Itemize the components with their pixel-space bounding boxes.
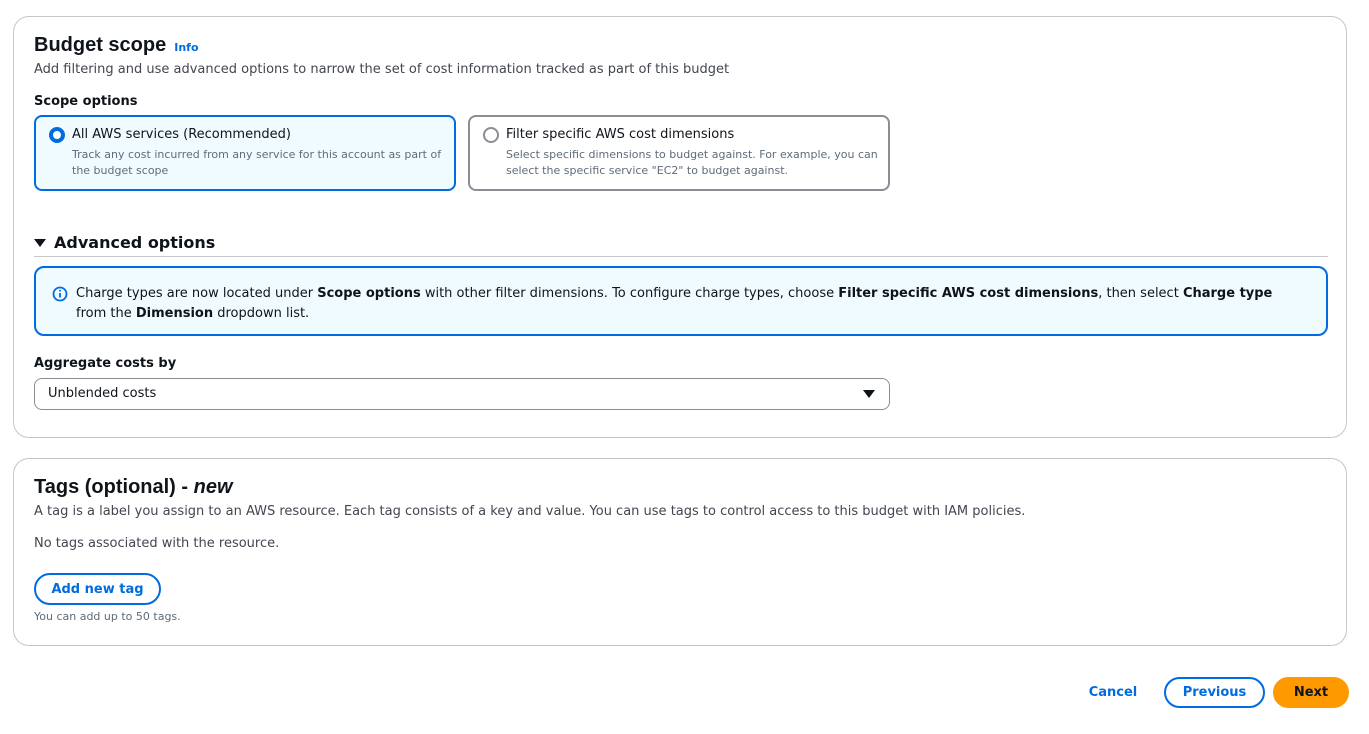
info-alert: Charge types are now located under Scope… bbox=[34, 266, 1328, 336]
scope-options-label: Scope options bbox=[34, 94, 138, 109]
new-badge: new bbox=[193, 476, 233, 498]
info-link[interactable]: Info bbox=[174, 41, 198, 54]
advanced-options-title: Advanced options bbox=[54, 233, 216, 252]
caret-down-icon bbox=[34, 238, 46, 247]
caret-down-icon bbox=[863, 390, 875, 398]
next-button[interactable]: Next bbox=[1273, 677, 1349, 708]
radio-unselected-icon[interactable] bbox=[483, 127, 499, 143]
previous-button[interactable]: Previous bbox=[1164, 677, 1265, 708]
scope-option-description: Track any cost incurred from any service… bbox=[72, 148, 442, 177]
info-circle-icon bbox=[52, 286, 68, 302]
no-tags-text: No tags associated with the resource. bbox=[34, 536, 280, 551]
tags-panel: Tags (optional) - new A tag is a label y… bbox=[13, 458, 1347, 646]
scope-option-all-services[interactable]: All AWS services (Recommended) Track any… bbox=[34, 115, 456, 191]
add-new-tag-button[interactable]: Add new tag bbox=[34, 573, 161, 605]
tags-description: A tag is a label you assign to an AWS re… bbox=[34, 504, 1026, 519]
scope-option-filter-dimensions[interactable]: Filter specific AWS cost dimensions Sele… bbox=[468, 115, 890, 191]
aggregate-costs-label: Aggregate costs by bbox=[34, 356, 177, 371]
cancel-button[interactable]: Cancel bbox=[1082, 677, 1144, 707]
divider bbox=[34, 256, 1328, 257]
select-value: Unblended costs bbox=[48, 386, 157, 401]
scope-option-title: Filter specific AWS cost dimensions bbox=[506, 127, 735, 142]
budget-scope-panel: Budget scope Info Add filtering and use … bbox=[13, 16, 1347, 438]
tags-limit-hint: You can add up to 50 tags. bbox=[34, 610, 181, 623]
scope-option-description: Select specific dimensions to budget aga… bbox=[506, 148, 878, 177]
aggregate-costs-select[interactable]: Unblended costs bbox=[34, 378, 890, 410]
scope-option-title: All AWS services (Recommended) bbox=[72, 127, 291, 142]
alert-message: Charge types are now located under Scope… bbox=[76, 286, 1273, 321]
budget-scope-title: Budget scope bbox=[34, 34, 167, 56]
radio-selected-icon[interactable] bbox=[49, 127, 65, 143]
tags-title: Tags (optional) - new bbox=[34, 476, 233, 498]
budget-scope-description: Add filtering and use advanced options t… bbox=[34, 62, 730, 77]
advanced-options-toggle[interactable]: Advanced options bbox=[34, 233, 215, 252]
budget-scope-header: Budget scope Info bbox=[34, 34, 199, 57]
